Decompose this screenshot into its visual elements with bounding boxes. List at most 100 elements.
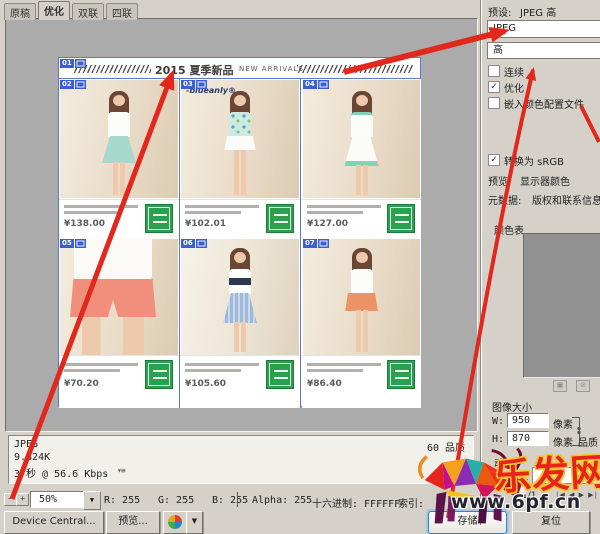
desc-text-line [64,369,120,372]
desc-text-line [185,369,241,372]
tab-4up[interactable]: 四联 [106,3,138,20]
panel-divider [480,0,482,525]
optimize-status-box: JPEG 9.824K 3 秒 @ 56.6 Kbps ▾≡ 60 品质 [8,435,474,484]
checkbox-label: 转换为 sRGB [504,153,564,168]
price-label: ¥70.20 [64,379,99,389]
buy-now-button-image [387,204,415,233]
price-label: ¥127.00 [307,219,348,229]
product-photo [181,239,299,355]
desc-text-line [185,211,241,214]
browser-dropdown-arrow-icon[interactable]: ▼ [186,511,203,534]
slice-cell-03[interactable]: -blueanly® 03 ¥102.01 [180,79,301,238]
slice-cell-02[interactable]: 02 ¥138.00 [59,79,180,238]
zoom-dropdown-arrow-icon[interactable]: ▼ [83,491,101,510]
price-label: ¥138.00 [64,219,105,229]
price-label: ¥86.40 [307,379,342,389]
tab-original[interactable]: 原稿 [4,3,36,20]
format-select-value: JPEG [493,23,516,34]
checkbox-icon[interactable]: ✓ [488,81,500,93]
checkbox-icon[interactable]: ✓ [488,154,500,166]
model-figure [101,91,137,195]
green-value: G: 255 [158,495,194,506]
checkbox-icon[interactable] [488,65,500,77]
preset-label: 预设: [488,4,511,19]
animation-playback-icons[interactable]: |◀ ◀ ▶ ▶| [556,491,598,499]
slice-number: 07 [303,239,317,248]
width-unit: 像素 [553,416,573,431]
resample-quality-label: 品质 [578,434,598,449]
width-input[interactable]: 950 [507,413,549,428]
checkbox-icon[interactable] [488,97,500,109]
slice-badge-06: 06 [181,239,207,248]
slice-badge-07: 07 [303,239,329,248]
metadata-label: 元数据: [488,192,521,207]
desc-text-line [64,205,138,208]
optimized-image-preview[interactable]: 01 2015 夏季新品 NEW ARRIVALS [58,57,421,407]
model-figure [222,248,258,352]
status-format: JPEG [14,439,38,450]
preview-mode-label: 预览: [488,173,511,188]
browser-icon [168,515,182,529]
color-table-area [523,233,600,378]
width-label: W: [492,416,504,427]
image-size-label: 图像大小 [492,399,532,414]
tab-optimized[interactable]: 优化 [38,1,70,20]
loop-select[interactable] [532,467,600,484]
slice-icon [75,80,86,89]
optimized-option[interactable]: ✓ 优化 [484,80,600,94]
slice-icon [196,80,207,89]
red-value: R: 255 [104,495,140,506]
compression-quality-select[interactable]: 高 [487,42,600,59]
metadata-value[interactable]: 版权和联系信息 [532,192,600,207]
product-info: ¥127.00 [302,199,421,238]
height-label: H: [492,434,504,445]
desc-text-line [307,205,381,208]
preview-canvas[interactable]: 01 2015 夏季新品 NEW ARRIVALS [5,18,478,432]
loop-label: 循环选项: [490,470,529,483]
model-figure [344,248,380,352]
zoom-in-button[interactable]: + [16,493,29,506]
preview-mode-value[interactable]: 显示器颜色 [520,173,570,188]
separator [237,492,238,507]
preset-value[interactable]: JPEG 高 [520,4,556,19]
product-grid: 02 ¥138.00 -blueanly® [59,79,420,408]
embed-color-profile-option[interactable]: 嵌入颜色配置文件 [484,96,600,110]
product-photo: -blueanly® [181,80,299,198]
banner-title: 2015 夏季新品 [155,62,233,78]
slice-badge-02: 02 [60,80,86,89]
checkbox-label: 连续 [504,64,524,79]
slice-cell-07[interactable]: 07 ¥86.40 [302,238,421,408]
slice-cell-05[interactable]: 05 ¥70.20 [59,238,180,408]
blue-value: B: 255 [212,495,248,506]
product-info: ¥105.60 [180,355,300,408]
slice-number: 05 [60,239,74,248]
device-central-button[interactable]: Device Central... [4,511,104,534]
preview-tabbar: 原稿 优化 双联 四联 [4,1,138,18]
slice-cell-06[interactable]: 06 ¥105.60 [180,238,301,408]
buy-now-button-image [266,204,294,233]
color-table-delete-icon[interactable]: ⊘ [576,380,590,392]
hex-value: 十六进制: FFFFFF [312,495,400,510]
product-photo [60,239,178,355]
height-input[interactable]: 870 [507,431,549,446]
product-photo [60,80,178,198]
zoom-level-field[interactable]: 50% [30,491,84,508]
model-figure [222,91,258,195]
status-menu-icon[interactable]: ▾≡ [117,466,125,475]
product-info: ¥138.00 [59,199,179,238]
desc-text-line [64,363,138,366]
animation-label: 动画 [494,455,514,470]
slice-number: 01 [60,59,74,68]
preview-in-browser-button[interactable]: 预览... [106,511,160,534]
slice-badge-05: 05 [60,239,86,248]
progressive-option[interactable]: 连续 [484,64,600,78]
convert-srgb-option[interactable]: ✓ 转换为 sRGB [484,153,600,167]
format-select[interactable]: JPEG [487,20,600,38]
browser-select-button[interactable] [163,511,188,534]
tab-2up[interactable]: 双联 [72,3,104,20]
model-figure [344,91,380,195]
buy-now-button-image [387,360,415,389]
slice-cell-04[interactable]: 04 ¥127.00 [302,79,421,238]
color-table-swatch-icon[interactable]: ▣ [553,380,567,392]
image-header-slice[interactable]: 01 2015 夏季新品 NEW ARRIVALS [59,58,420,79]
